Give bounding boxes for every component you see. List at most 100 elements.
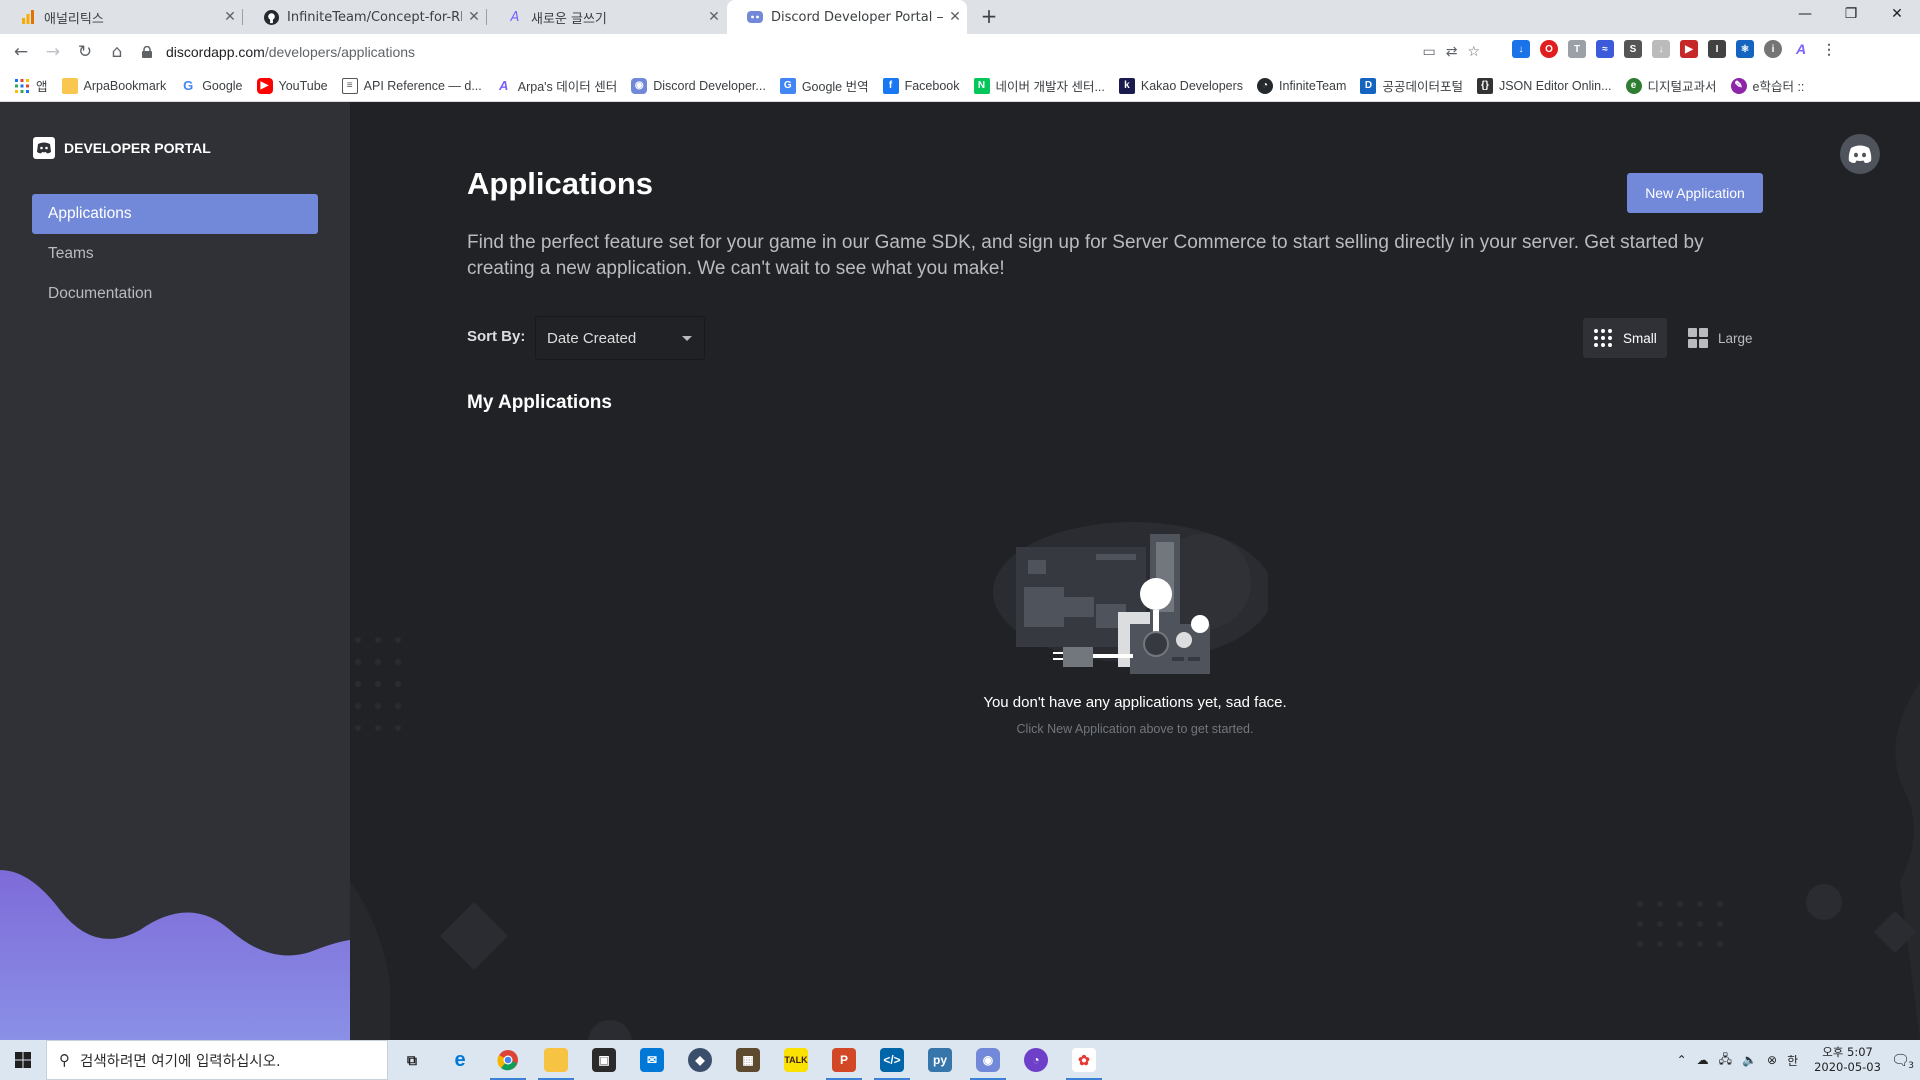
view-large-button[interactable]: Large — [1678, 318, 1763, 358]
textbook-icon: e — [1625, 77, 1642, 94]
network-icon[interactable]: 🖧 — [1719, 1050, 1732, 1071]
bookmark-arpa-data-center[interactable]: A Arpa's 데이터 센터 — [496, 76, 617, 95]
new-application-button[interactable]: New Application — [1627, 173, 1763, 213]
discord-profile-icon[interactable] — [1840, 134, 1880, 174]
disc-icon[interactable]: ⊗ — [1767, 1053, 1777, 1067]
bookmark-facebook[interactable]: f Facebook — [882, 77, 960, 94]
chevron-down-icon — [682, 336, 692, 341]
address-bar[interactable]: discordapp.com/developers/applications ▭… — [142, 38, 1480, 66]
bookmark-naver-developers[interactable]: N 네이버 개발자 센터... — [973, 76, 1105, 95]
back-arrow-icon[interactable]: ← — [9, 40, 33, 64]
sidebar-item-documentation[interactable]: Documentation — [32, 274, 318, 314]
bookmark-kakao-developers[interactable]: k Kakao Developers — [1118, 77, 1243, 94]
arpa-icon: A — [510, 9, 520, 25]
translate-icon[interactable]: ⇄ — [1446, 44, 1458, 60]
menu-dots-icon[interactable]: ⋮ — [1820, 40, 1838, 58]
home-icon[interactable]: ⌂ — [105, 40, 129, 64]
taskbar-mail[interactable]: ✉ — [628, 1040, 676, 1080]
taskbar-python[interactable]: py — [916, 1040, 964, 1080]
i-extension-icon[interactable]: I — [1708, 40, 1726, 58]
volume-icon[interactable]: 🔈 — [1742, 1053, 1757, 1067]
taskbar-edge[interactable]: e — [436, 1040, 484, 1080]
small-grid-icon — [1594, 329, 1612, 347]
developer-portal-page: DEVELOPER PORTAL Applications Teams Docu… — [0, 102, 1920, 1040]
restore-button[interactable]: ❐ — [1828, 0, 1874, 30]
sidebar-wave-decoration — [0, 870, 350, 1040]
data-portal-icon: D — [1360, 77, 1377, 94]
brand[interactable]: DEVELOPER PORTAL — [32, 136, 211, 160]
browser-tab[interactable]: 애널리틱스 ✕ — [0, 0, 242, 34]
new-tab-button[interactable]: + — [977, 5, 1001, 29]
taskbar-file-explorer[interactable] — [532, 1040, 580, 1080]
windows-logo-icon — [15, 1052, 31, 1068]
browser-tab-active[interactable]: Discord Developer Portal — My ✕ — [727, 0, 967, 34]
task-view-button[interactable]: ⧉ — [388, 1040, 436, 1080]
taskbar-vscode[interactable]: </> — [868, 1040, 916, 1080]
bookmark-google-translate[interactable]: G Google 번역 — [779, 76, 869, 95]
windows-start-button[interactable] — [0, 1040, 46, 1080]
cloud-icon[interactable]: ☁ — [1697, 1053, 1709, 1067]
close-tab-icon[interactable]: ✕ — [943, 9, 967, 25]
taskbar-discord[interactable]: ◉ — [964, 1040, 1012, 1080]
bookmark-data-portal[interactable]: D 공공데이터포털 — [1360, 76, 1463, 95]
react-extension-icon[interactable]: ⚛ — [1736, 40, 1754, 58]
notification-icon[interactable]: 🗨 3 — [1891, 1051, 1914, 1071]
minecraft-icon: ▦ — [736, 1048, 760, 1072]
sidebar-item-teams[interactable]: Teams — [32, 234, 318, 274]
taskbar-paint[interactable]: ✿ — [1060, 1040, 1108, 1080]
bookmark-youtube[interactable]: ▶ YouTube — [256, 77, 328, 94]
chevron-up-icon[interactable]: ⌃ — [1677, 1053, 1687, 1067]
kakaotalk-icon: TALK — [784, 1048, 808, 1072]
translate-extension-icon[interactable]: T — [1568, 40, 1586, 58]
taskbar-powerpoint[interactable]: P — [820, 1040, 868, 1080]
close-window-button[interactable]: ✕ — [1874, 0, 1920, 30]
info-extension-icon[interactable]: i — [1764, 40, 1782, 58]
download-extension-icon[interactable]: ↓ — [1512, 40, 1530, 58]
minimize-button[interactable]: — — [1782, 0, 1828, 30]
taskbar-chrome[interactable] — [484, 1040, 532, 1080]
bookmark-arpabookmark[interactable]: ArpaBookmark — [61, 77, 166, 94]
elearning-icon: ✎ — [1730, 77, 1747, 94]
taskbar-kakaotalk[interactable]: TALK — [772, 1040, 820, 1080]
sidebar-item-applications[interactable]: Applications — [32, 194, 318, 234]
ime-indicator[interactable]: 한 — [1787, 1052, 1798, 1069]
bookmark-infiniteteam[interactable]: ◔ InfiniteTeam — [1257, 77, 1346, 94]
star-icon[interactable]: ☆ — [1467, 44, 1480, 60]
arpa-extension-icon[interactable]: A — [1792, 40, 1810, 58]
sort-by-select[interactable]: Date Created — [535, 316, 705, 360]
close-tab-icon[interactable]: ✕ — [218, 9, 242, 25]
bookmark-api-reference[interactable]: ≡ API Reference — d... — [341, 77, 482, 94]
close-tab-icon[interactable]: ✕ — [702, 9, 726, 25]
bookmark-apps[interactable]: 앱 — [14, 76, 48, 95]
view-small-button[interactable]: Small — [1583, 318, 1667, 358]
cast-icon[interactable]: ▭ — [1422, 44, 1435, 60]
chart-extension-icon[interactable]: ≈ — [1596, 40, 1614, 58]
video-extension-icon[interactable]: ▶ — [1680, 40, 1698, 58]
taskbar-store[interactable]: ▣ — [580, 1040, 628, 1080]
bookmark-digital-textbook[interactable]: e 디지털교과서 — [1625, 76, 1717, 95]
browser-tab[interactable]: A 새로운 글쓰기 ✕ — [487, 0, 726, 34]
forward-arrow-icon[interactable]: → — [41, 40, 65, 64]
url-host: discordapp.com — [166, 44, 265, 60]
opera-extension-icon[interactable]: O — [1540, 40, 1558, 58]
browser-tab[interactable]: InfiniteTeam/Concept-for-RPG-B ✕ — [243, 0, 486, 34]
empty-state-illustration — [993, 522, 1268, 674]
bookmark-json-editor[interactable]: {} JSON Editor Onlin... — [1476, 77, 1612, 94]
bookmark-google[interactable]: G Google — [180, 78, 242, 94]
taskbar-minecraft[interactable]: ▦ — [724, 1040, 772, 1080]
bookmark-elearning[interactable]: ✎ e학습터 :: — [1730, 76, 1804, 95]
empty-state-title: You don't have any applications yet, sad… — [983, 694, 1287, 711]
powerpoint-icon: P — [832, 1048, 856, 1072]
reload-icon[interactable]: ↻ — [73, 40, 97, 64]
python-icon: py — [928, 1048, 952, 1072]
discord-icon — [747, 9, 763, 25]
taskbar-security[interactable]: ◆ — [676, 1040, 724, 1080]
taskbar-search-input[interactable]: ⚲ 검색하려면 여기에 입력하십시오. — [46, 1040, 388, 1080]
github-desktop-icon: ◔ — [1024, 1048, 1048, 1072]
taskbar-github-desktop[interactable]: ◔ — [1012, 1040, 1060, 1080]
close-tab-icon[interactable]: ✕ — [462, 9, 486, 25]
bookmark-discord-developer[interactable]: ◉ Discord Developer... — [631, 77, 766, 94]
arrow-extension-icon[interactable]: ↓ — [1652, 40, 1670, 58]
s-extension-icon[interactable]: S — [1624, 40, 1642, 58]
clock[interactable]: 오후 5:07 2020-05-03 — [1814, 1045, 1881, 1075]
